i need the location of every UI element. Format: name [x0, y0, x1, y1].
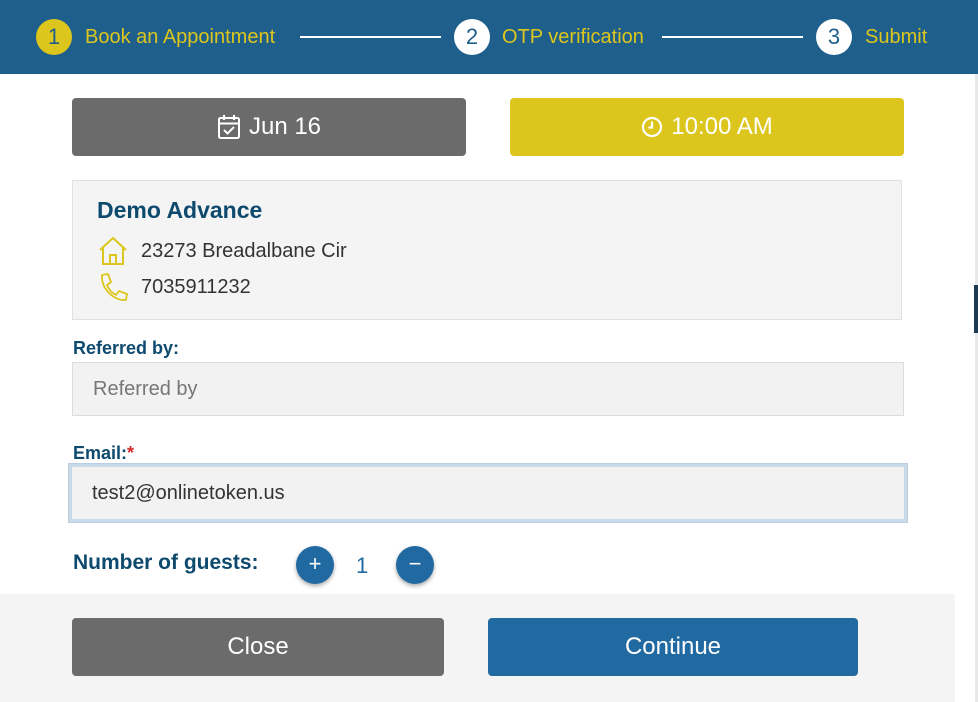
date-button[interactable]: Jun 16	[72, 98, 466, 156]
continue-button[interactable]: Continue	[488, 618, 858, 676]
step-connector	[662, 36, 803, 38]
step-1-number: 1	[36, 19, 72, 55]
required-asterisk: *	[127, 443, 135, 463]
guest-count: 1	[356, 553, 369, 578]
step-3-label: Submit	[865, 26, 928, 48]
modal-footer: Close Continue	[0, 594, 955, 702]
email-label-text: Email:	[73, 443, 128, 463]
increment-guests-button[interactable]: +	[296, 546, 334, 584]
clock-icon	[642, 116, 663, 138]
home-icon	[99, 236, 127, 265]
stepper-header: 1 Book an Appointment 2 OTP verification…	[0, 0, 978, 74]
location-address: 23273 Breadalbane Cir	[141, 239, 347, 262]
referred-by-input[interactable]	[72, 362, 904, 416]
location-phone-row: 7035911232	[97, 271, 251, 303]
location-name: Demo Advance	[97, 197, 263, 223]
step-connector	[300, 36, 441, 38]
referred-by-label: Referred by:	[73, 338, 180, 358]
location-card: Demo Advance 23273 Breadalbane Cir 70359…	[72, 180, 902, 320]
location-address-row: 23273 Breadalbane Cir	[97, 235, 347, 267]
step-1-label: Book an Appointment	[85, 26, 276, 48]
date-label: Jun 16	[248, 113, 322, 140]
step-3-number: 3	[816, 19, 852, 55]
background-edge-accent	[974, 285, 978, 333]
phone-icon	[101, 273, 128, 301]
decrement-guests-button[interactable]: −	[396, 546, 434, 584]
location-phone: 7035911232	[141, 275, 251, 298]
email-input[interactable]	[69, 464, 907, 522]
email-label: Email:*	[73, 443, 134, 464]
close-button[interactable]: Close	[72, 618, 444, 676]
time-button[interactable]: 10:00 AM	[510, 98, 904, 156]
time-label: 10:00 AM	[671, 113, 773, 140]
step-2-number: 2	[454, 19, 490, 55]
step-2-label: OTP verification	[502, 26, 644, 48]
guests-label: Number of guests:	[73, 551, 259, 574]
calendar-check-icon	[217, 115, 240, 139]
